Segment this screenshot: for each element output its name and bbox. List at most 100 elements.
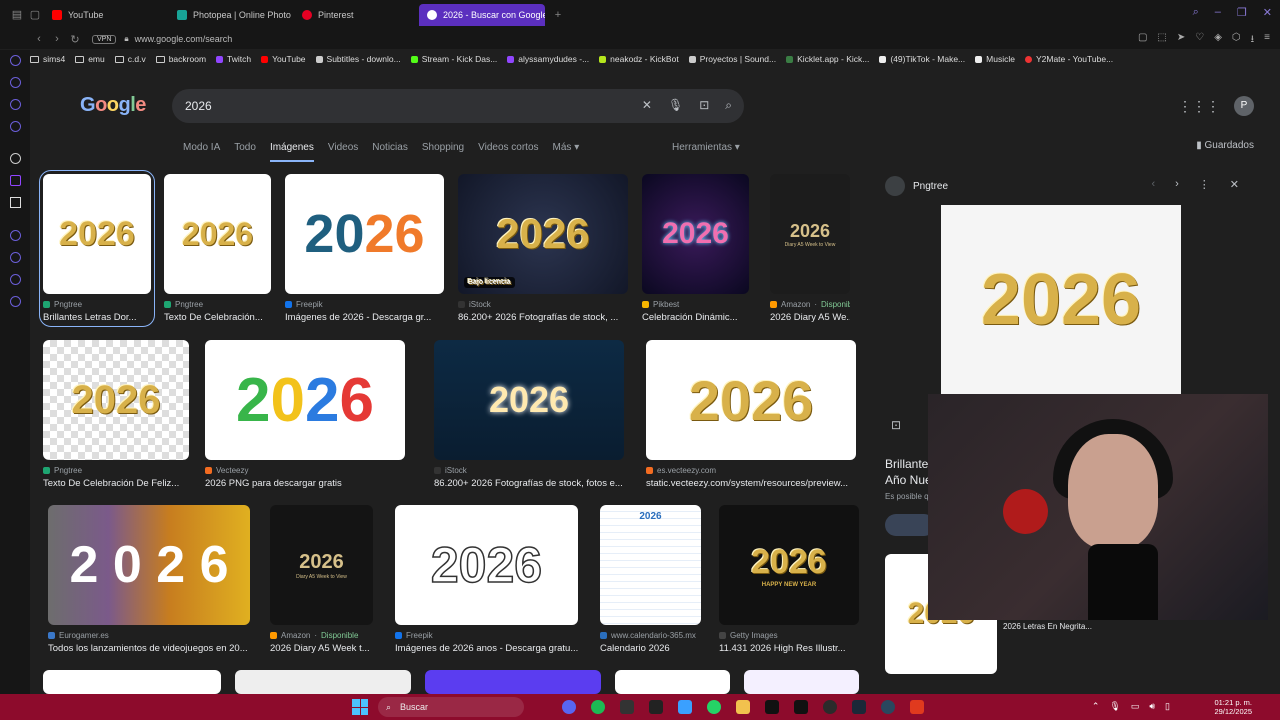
tab-shopping[interactable]: Shopping	[422, 142, 464, 162]
result-thumbnail[interactable]: 2026 Bajo licencia	[458, 174, 628, 294]
image-result[interactable]: 2026 Diary A5 Week to View Amazon · Dispo…	[270, 505, 373, 654]
image-result[interactable]: 2026 Vecteezy 2026 PNG para descargar gr…	[205, 340, 405, 489]
result-thumbnail[interactable]: 2 0 2 6	[48, 505, 250, 625]
bookmark-folder[interactable]: c.d.v	[114, 54, 146, 64]
result-caption[interactable]: 2026 Diary A5 We...	[770, 312, 850, 323]
history-icon[interactable]	[10, 274, 21, 285]
result-caption[interactable]: Todos los lanzamientos de videojuegos en…	[48, 643, 250, 654]
url-field[interactable]: www.google.com/search	[135, 34, 233, 44]
capcut-icon[interactable]	[765, 700, 779, 714]
epic-games-icon[interactable]	[649, 700, 663, 714]
bookmark-link[interactable]: Subtitles - downlo...	[315, 54, 401, 64]
lens-icon[interactable]: ⊡	[699, 98, 709, 113]
steam-icon[interactable]	[852, 700, 866, 714]
result-caption[interactable]: static.vecteezy.com/system/resources/pre…	[646, 478, 856, 489]
bookmark-link[interactable]: Proyectos | Sound...	[688, 54, 776, 64]
apps-grid-icon[interactable]: ⋮⋮⋮	[1178, 98, 1220, 115]
tab-todo[interactable]: Todo	[234, 142, 256, 162]
preview-image[interactable]: 2026	[941, 205, 1181, 395]
lens-search-icon[interactable]: ⊡	[891, 418, 901, 432]
search-input[interactable]: 2026	[185, 99, 212, 113]
x-icon[interactable]	[10, 197, 21, 208]
result-thumbnail[interactable]: 2026	[43, 340, 189, 460]
discord-icon[interactable]	[562, 700, 576, 714]
image-result[interactable]: 2026 es.vecteezy.com static.vecteezy.com…	[646, 340, 856, 489]
result-thumbnail[interactable]: 2026	[285, 174, 444, 294]
result-thumbnail[interactable]: 2026	[646, 340, 856, 460]
back-icon[interactable]: ‹	[30, 33, 48, 45]
next-icon[interactable]: ›	[1175, 178, 1179, 191]
search-box[interactable]: 2026 ✕ 🎙︎ ⊡ ⌕	[172, 89, 744, 123]
bookmark-link[interactable]: alyssamydudes -...	[507, 54, 589, 64]
download-icon[interactable]: ⭳	[1251, 32, 1255, 49]
sidebar-app-icon[interactable]	[10, 230, 21, 241]
image-result[interactable]: 2026 Bajo licencia iStock 86.200+ 2026 Fo…	[458, 174, 628, 323]
result-caption[interactable]: 86.200+ 2026 Fotografías de stock, fotos…	[434, 478, 624, 489]
shield-icon[interactable]: ◈	[1214, 32, 1222, 49]
tab-photopea[interactable]: Photopea | Online Photo E	[169, 4, 294, 26]
result-caption[interactable]: Imágenes de 2026 - Descarga gr...	[285, 312, 444, 323]
bookmark-link[interactable]: YouTube	[261, 54, 306, 64]
sidebar-app-icon[interactable]	[10, 252, 21, 263]
image-result[interactable]: 2026 Pngtree Texto De Celebración De Fel…	[43, 340, 189, 489]
result-caption[interactable]: Celebración Dinámic...	[642, 312, 749, 323]
show-hidden-icons[interactable]: ⌃	[1092, 701, 1100, 712]
result-thumbnail[interactable]: 2026 Diary A5 Week to View	[270, 505, 373, 625]
windows-start-icon[interactable]	[352, 699, 368, 715]
image-result[interactable]: 2 0 2 6 Eurogamer.es Todos los lanzamien…	[48, 505, 250, 654]
bookmark-link[interactable]: Twitch	[216, 54, 251, 64]
preview-title[interactable]: Brillante Año Nue	[885, 456, 932, 488]
close-icon[interactable]: ✕	[1230, 178, 1239, 191]
bookmark-link[interactable]: (49)TikTok - Make...	[879, 54, 965, 64]
result-caption[interactable]: 11.431 2026 High Res Illustr...	[719, 643, 859, 654]
image-result[interactable]: 2026 Pngtree Brillantes Letras Dor...	[39, 170, 155, 327]
whatsapp-icon[interactable]	[707, 700, 721, 714]
chatgpt-icon[interactable]	[10, 153, 21, 164]
taskbar-clock[interactable]: 01:21 p. m. 29/12/2025	[1214, 698, 1252, 716]
related-caption[interactable]: 2026 Letras En Negrita...	[1003, 622, 1092, 631]
tab-modo-ia[interactable]: Modo IA	[183, 142, 220, 162]
minimize-icon[interactable]: –	[1215, 6, 1221, 19]
tab-overview-icon[interactable]: ▢	[26, 8, 44, 21]
taskbar-search[interactable]: ⌕ Buscar	[378, 697, 524, 717]
result-caption[interactable]: Texto De Celebración De Feliz...	[43, 478, 189, 489]
result-thumbnail[interactable]: 2026 HAPPY NEW YEAR	[719, 505, 859, 625]
maximize-icon[interactable]: ❐	[1237, 6, 1247, 19]
result-thumbnail[interactable]: 2026	[164, 174, 271, 294]
google-logo[interactable]: Google	[80, 94, 146, 117]
steam-icon[interactable]	[881, 700, 895, 714]
result-thumbnail[interactable]: 2026	[205, 340, 405, 460]
heart-icon[interactable]: ♡	[1195, 32, 1204, 49]
app-icon[interactable]	[620, 700, 634, 714]
result-caption[interactable]: Imágenes de 2026 anos - Descarga gratu..…	[395, 643, 578, 654]
bookmark-link[interactable]: Stream - Kick Das...	[410, 54, 497, 64]
extensions-icon[interactable]: ⬡	[1232, 32, 1241, 49]
mic-icon[interactable]: 🎙︎	[1109, 701, 1120, 712]
image-result[interactable]: 2026 Pngtree Texto De Celebración...	[164, 174, 271, 323]
result-thumbnail[interactable]: 2026	[43, 174, 151, 294]
search-icon[interactable]: ⌕	[725, 98, 732, 113]
result-thumbnail[interactable]	[235, 670, 411, 694]
result-thumbnail[interactable]	[425, 670, 601, 694]
saved-button[interactable]: ▮ Guardados	[1196, 140, 1254, 151]
result-caption[interactable]: Brillantes Letras Dor...	[43, 312, 151, 323]
bookmark-link[interactable]: neakodz - KickBot	[599, 54, 679, 64]
tab-google-search[interactable]: 2026 - Buscar con Google	[419, 3, 545, 26]
bookmark-icon[interactable]: ▢	[1138, 32, 1147, 49]
result-caption[interactable]: 2026 Diary A5 Week t...	[270, 643, 373, 654]
result-thumbnail[interactable]	[43, 670, 221, 694]
app-icon[interactable]	[823, 700, 837, 714]
tab-youtube[interactable]: YouTube	[44, 4, 169, 26]
screenshot-icon[interactable]: ⬚	[1157, 32, 1166, 49]
reload-icon[interactable]: ↻	[66, 33, 84, 46]
sidebar-app-icon[interactable]	[10, 77, 21, 88]
result-thumbnail[interactable]: 2026	[395, 505, 578, 625]
tab-noticias[interactable]: Noticias	[372, 142, 408, 162]
clear-icon[interactable]: ✕	[642, 98, 652, 113]
forward-icon[interactable]: ›	[48, 33, 66, 45]
result-thumbnail[interactable]: 2026	[434, 340, 624, 460]
volume-icon[interactable]: 🔊︎	[1149, 701, 1155, 712]
result-caption[interactable]: 2026 PNG para descargar gratis	[205, 478, 405, 489]
image-result[interactable]: 2026 iStock 86.200+ 2026 Fotografías de …	[434, 340, 624, 489]
result-caption[interactable]: Texto De Celebración...	[164, 312, 271, 323]
